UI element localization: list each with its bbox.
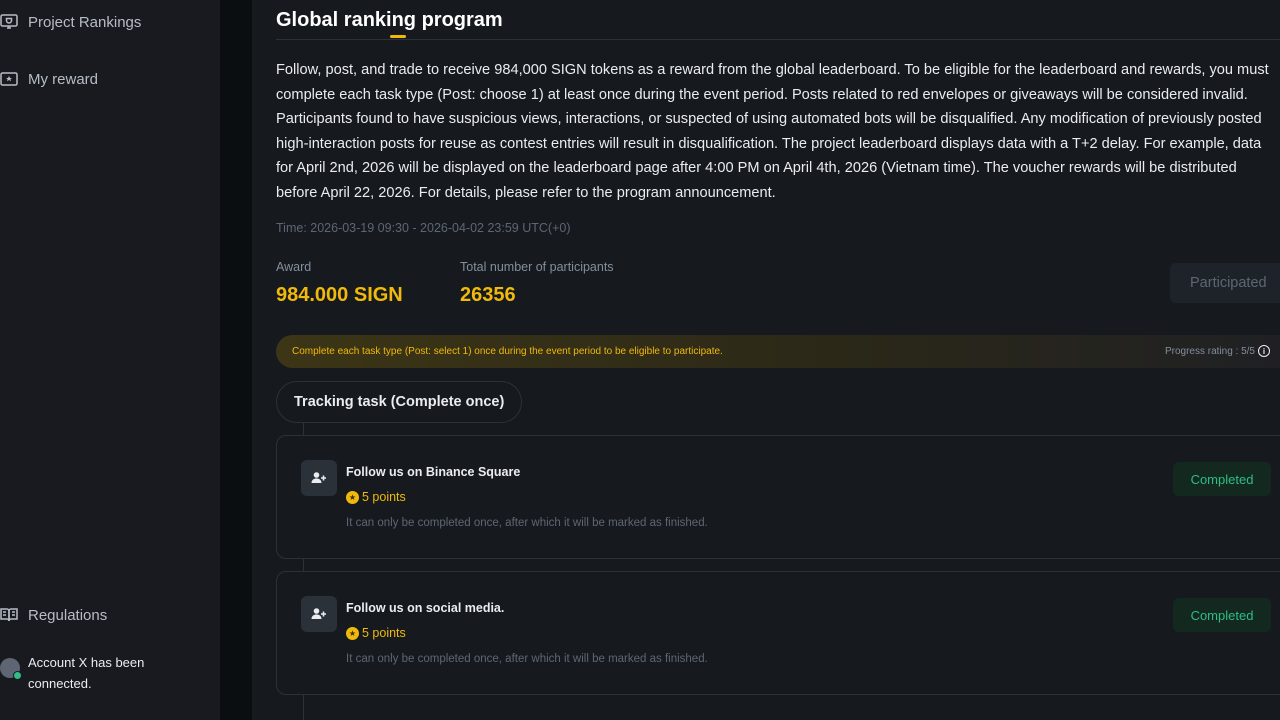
- avatar: [0, 658, 22, 680]
- account-connected-text: Account X has been connected.: [28, 655, 145, 691]
- star-coin-icon: ★: [346, 490, 359, 504]
- participants-value: 26356: [460, 284, 516, 306]
- title-underline: [390, 35, 406, 38]
- sidebar-item-regulations[interactable]: Regulations: [0, 606, 107, 624]
- completed-button[interactable]: Completed: [1173, 598, 1271, 632]
- add-user-icon: [301, 460, 337, 496]
- ticket-icon: [0, 70, 18, 88]
- star-coin-icon: ★: [346, 626, 359, 640]
- participants-label: Total number of participants: [460, 260, 614, 274]
- task-title: Follow us on social media.: [346, 601, 505, 615]
- book-icon: [0, 606, 18, 624]
- sidebar-item-label: Project Rankings: [28, 13, 142, 31]
- page-title: Global ranking program: [276, 9, 503, 31]
- sidebar-item-my-reward[interactable]: My reward: [0, 70, 98, 88]
- participated-button[interactable]: Participated: [1170, 263, 1280, 303]
- award-label: Award: [276, 260, 312, 274]
- task-points: ★ 5 points: [346, 626, 406, 640]
- add-user-icon: [301, 596, 337, 632]
- task-card: Follow us on Binance Square ★ 5 points I…: [276, 435, 1280, 559]
- task-description: It can only be completed once, after whi…: [346, 517, 708, 529]
- task-card: Follow us on social media. ★ 5 points It…: [276, 571, 1280, 695]
- title-divider: [276, 39, 1280, 40]
- layout-gutter: [220, 0, 252, 720]
- award-value: 984.000 SIGN: [276, 284, 403, 306]
- account-status: Account X has been connected.: [0, 652, 178, 694]
- eligibility-text: Complete each task type (Post: select 1)…: [292, 346, 723, 357]
- task-points-label: 5 points: [362, 490, 406, 504]
- info-icon[interactable]: i: [1258, 345, 1270, 357]
- sidebar: Project Rankings My reward Regulations A…: [0, 0, 220, 720]
- sidebar-item-label: My reward: [28, 70, 99, 88]
- progress-rating: Progress rating : 5/5 i: [1165, 345, 1270, 357]
- task-description: It can only be completed once, after whi…: [346, 653, 708, 665]
- task-title: Follow us on Binance Square: [346, 465, 521, 479]
- trophy-icon: [0, 13, 18, 31]
- task-points-label: 5 points: [362, 626, 406, 640]
- completed-button[interactable]: Completed: [1173, 462, 1271, 496]
- progress-rating-text: Progress rating : 5/5: [1164, 345, 1255, 357]
- eligibility-banner: Complete each task type (Post: select 1)…: [276, 335, 1280, 368]
- sidebar-item-label: Regulations: [28, 606, 108, 624]
- main-content: Global ranking program Follow, post, and…: [252, 0, 1280, 720]
- sidebar-item-project-rankings[interactable]: Project Rankings: [0, 13, 141, 31]
- task-points: ★ 5 points: [346, 490, 406, 504]
- tab-tracking-task[interactable]: Tracking task (Complete once): [276, 381, 523, 423]
- connected-status-dot: [13, 671, 22, 680]
- program-description: Follow, post, and trade to receive 984,0…: [276, 62, 1269, 201]
- event-time: Time: 2026-03-19 09:30 - 2026-04-02 23:5…: [276, 221, 571, 235]
